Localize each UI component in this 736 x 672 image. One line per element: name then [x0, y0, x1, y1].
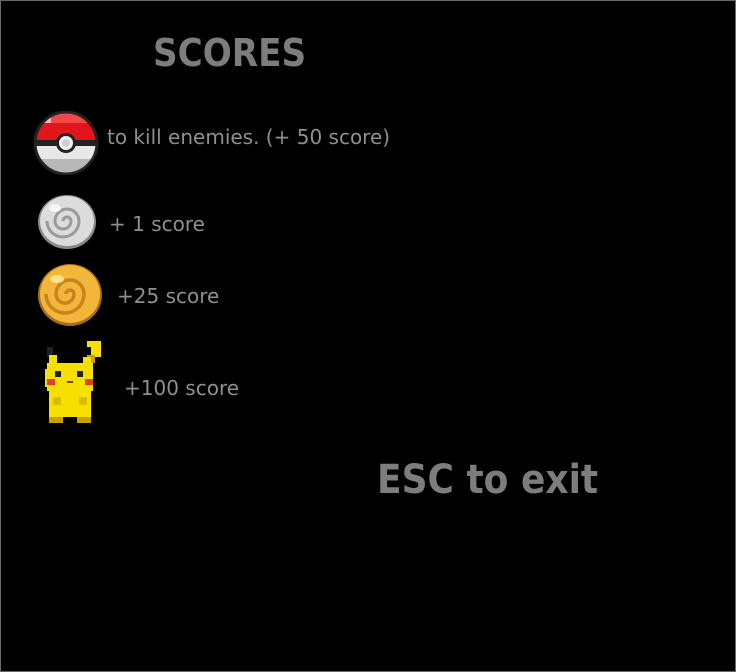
legend-text-pikachu: +100 score	[124, 376, 240, 400]
gold-coin-icon	[37, 263, 103, 327]
silver-coin-icon	[37, 194, 97, 250]
page-title: SCORES	[153, 31, 307, 75]
legend-text-silver-coin: + 1 score	[109, 212, 205, 236]
legend-text-pokeball: to kill enemies. (+ 50 score)	[107, 125, 391, 149]
game-screen: SCORES to kill enemies. (+ 50 score) + 1…	[0, 0, 736, 672]
pikachu-icon	[43, 339, 105, 425]
exit-hint: ESC to exit	[377, 457, 599, 503]
pokeball-icon	[33, 110, 99, 176]
legend-text-gold-coin: +25 score	[117, 284, 220, 308]
